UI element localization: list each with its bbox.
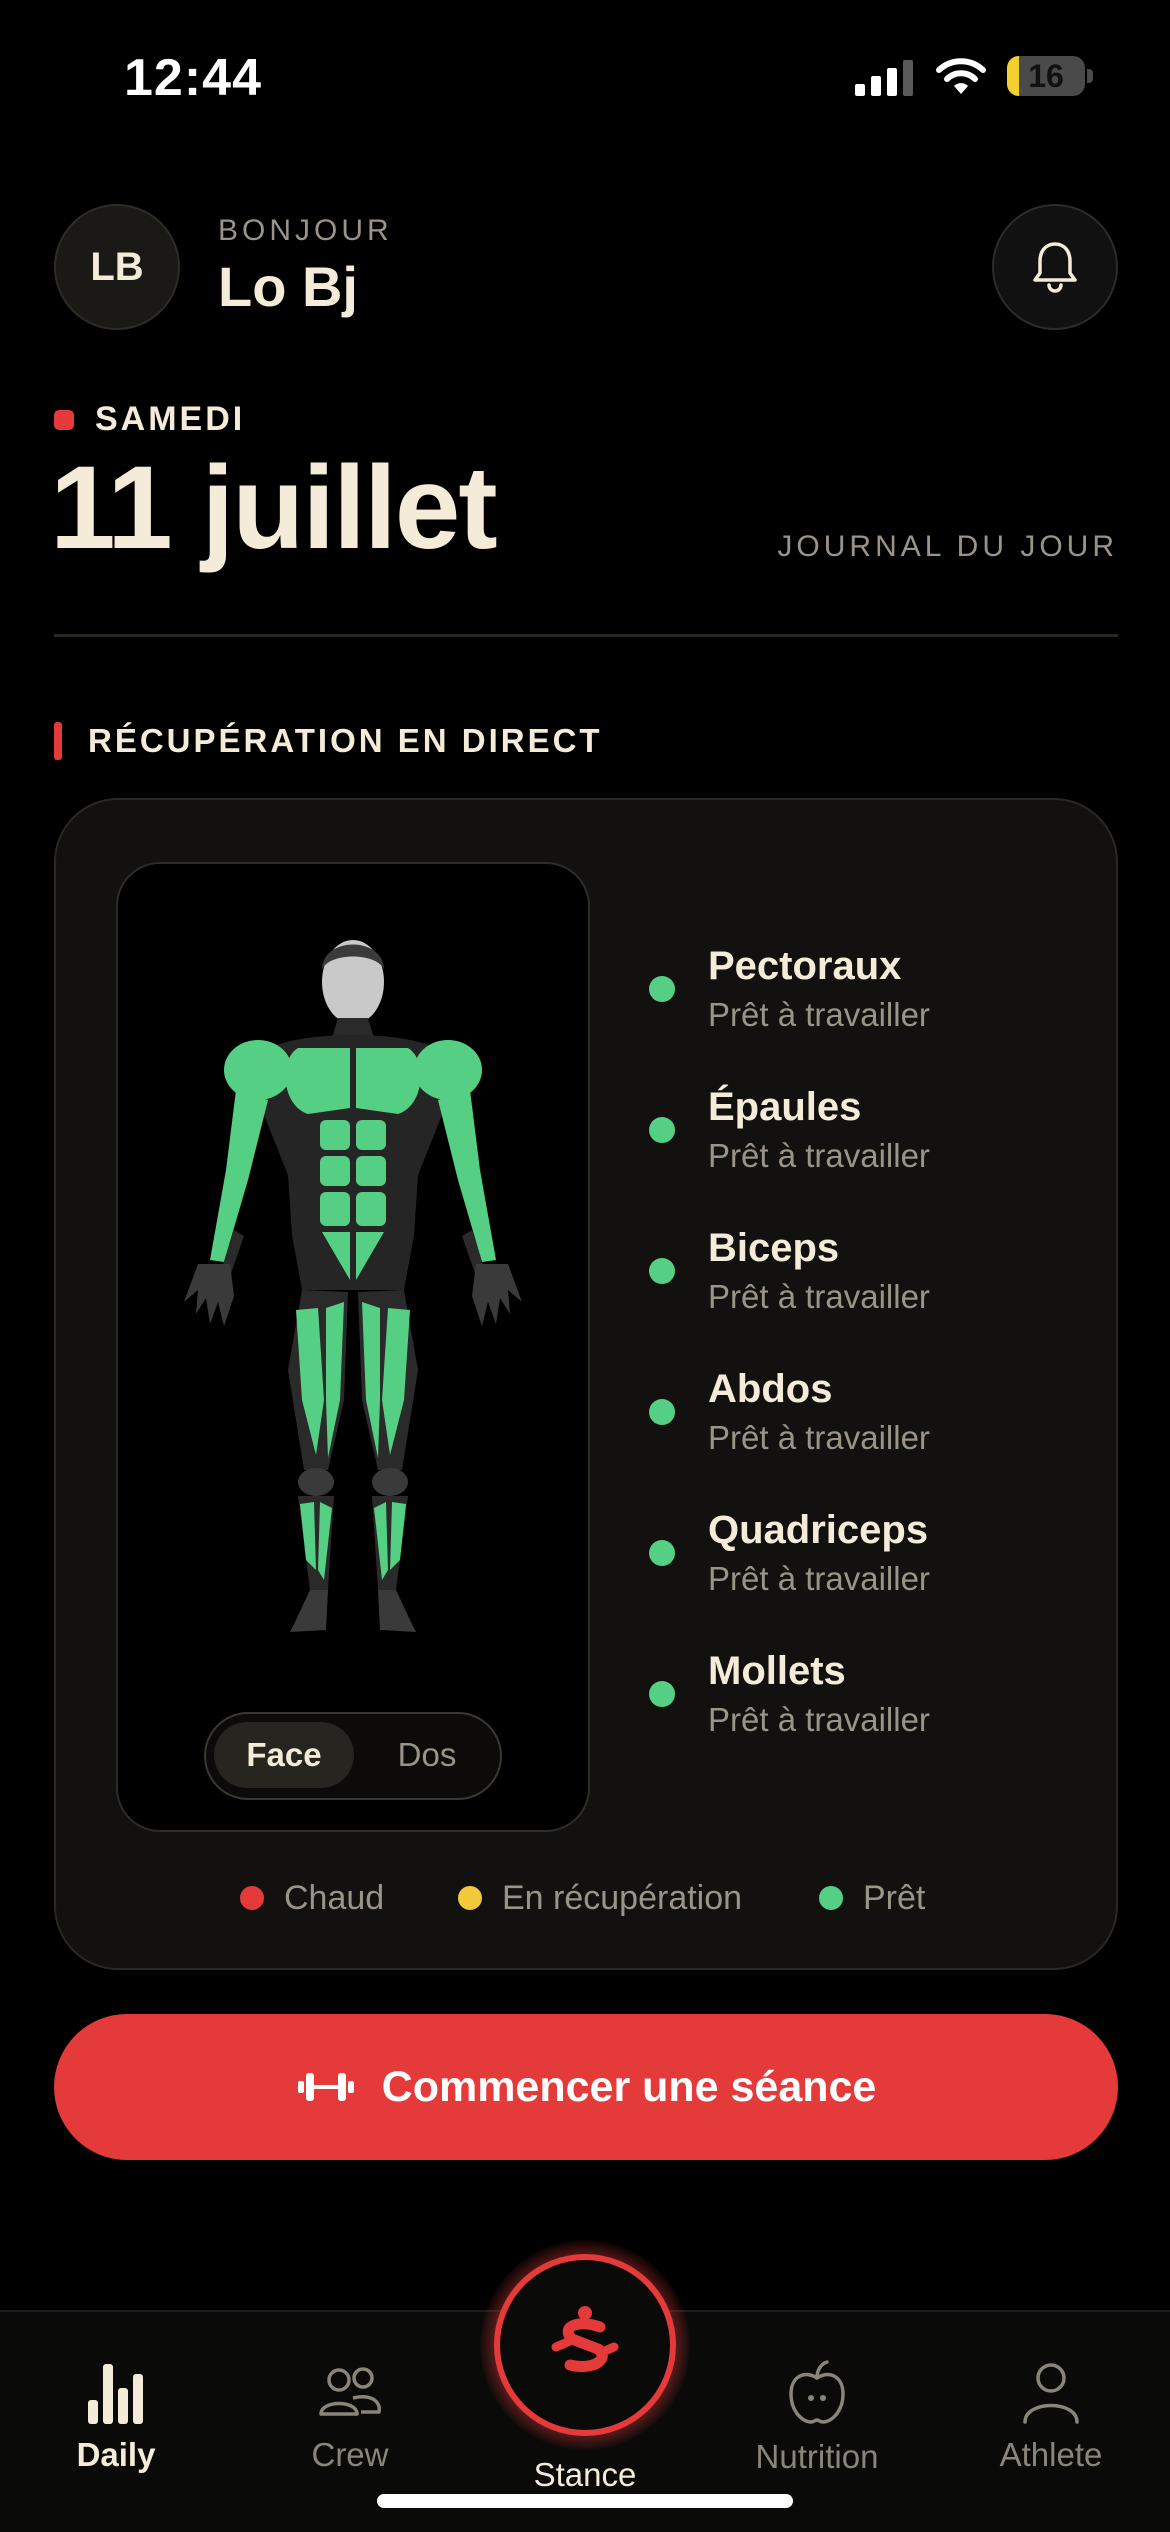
apple-icon — [789, 2360, 845, 2424]
start-session-label: Commencer une séance — [381, 2062, 877, 2111]
muscle-status: Prêt à travailler — [708, 1701, 930, 1738]
battery-icon: 16 — [1007, 56, 1085, 96]
tab-crew[interactable]: Crew — [255, 2360, 445, 2474]
legend-item-recovering: En récupération — [458, 1876, 742, 1920]
weekday-label: SAMEDI — [95, 400, 246, 438]
people-icon — [319, 2367, 381, 2416]
muscle-status: Prêt à travailler — [708, 1278, 930, 1315]
tab-label: Athlete — [999, 2436, 1103, 2473]
muscle-name: Épaules — [708, 1085, 862, 1129]
section-title: RÉCUPÉRATION EN DIRECT — [88, 722, 603, 759]
page-title: 11 juillet — [50, 442, 498, 574]
muscle-name: Biceps — [708, 1226, 840, 1270]
legend-dot — [458, 1886, 482, 1910]
muscle-status: Prêt à travailler — [708, 1419, 930, 1456]
muscle-status: Prêt à travailler — [708, 1137, 930, 1174]
legend-label: Chaud — [284, 1878, 385, 1917]
tab-label: Daily — [76, 2436, 156, 2473]
muscle-name: Pectoraux — [708, 944, 902, 988]
legend-dot — [240, 1886, 264, 1910]
muscle-status: Prêt à travailler — [708, 996, 930, 1033]
status-time: 12:44 — [124, 49, 262, 107]
muscle-name: Abdos — [708, 1367, 833, 1411]
status-dot — [649, 1681, 675, 1707]
status-dot — [649, 1258, 675, 1284]
tab-stance[interactable] — [494, 2254, 676, 2436]
journal-link[interactable]: JOURNAL DU JOUR — [777, 530, 1118, 564]
divider — [54, 634, 1118, 637]
legend-item-hot: Chaud — [240, 1876, 384, 1920]
user-name: Lo Bj — [218, 255, 358, 318]
cellular-signal-icon — [855, 60, 913, 96]
toggle-face-button[interactable]: Face — [214, 1722, 354, 1788]
avatar[interactable]: LB — [54, 204, 180, 330]
muscle-name: Quadriceps — [708, 1508, 929, 1552]
notifications-button[interactable] — [992, 204, 1118, 330]
toggle-back-button[interactable]: Dos — [362, 1722, 492, 1788]
battery-tip — [1087, 69, 1093, 83]
person-icon — [1023, 2363, 1079, 2424]
muscle-name: Mollets — [708, 1649, 846, 1693]
tab-nutrition[interactable]: Nutrition — [722, 2360, 912, 2476]
greeting-label: BONJOUR — [218, 214, 393, 247]
tab-label: Crew — [311, 2436, 389, 2473]
stance-logo-icon — [551, 2306, 619, 2372]
legend-dot — [819, 1886, 843, 1910]
home-indicator[interactable] — [377, 2494, 793, 2508]
muscle-status: Prêt à travailler — [708, 1560, 930, 1597]
bell-icon — [1033, 242, 1077, 293]
status-dot — [649, 1399, 675, 1425]
status-dot — [649, 1540, 675, 1566]
battery-percentage: 16 — [1028, 58, 1064, 94]
today-indicator — [54, 410, 74, 430]
wifi-icon — [936, 58, 986, 94]
start-session-button[interactable]: Commencer une séance — [54, 2014, 1118, 2160]
tab-athlete[interactable]: Athlete — [956, 2360, 1146, 2474]
legend-item-ready: Prêt — [819, 1876, 925, 1920]
muscle-body-figure[interactable] — [178, 930, 528, 1636]
section-accent-bar — [54, 722, 62, 760]
status-dot — [649, 976, 675, 1002]
legend-label: Prêt — [863, 1878, 926, 1917]
bar-chart-icon — [88, 2364, 143, 2424]
tab-label: Nutrition — [755, 2438, 879, 2475]
tab-stance-label: Stance — [533, 2456, 637, 2493]
dumbbell-icon — [297, 2073, 354, 2101]
legend-label: En récupération — [502, 1878, 743, 1917]
status-dot — [649, 1117, 675, 1143]
tab-daily[interactable]: Daily — [21, 2360, 211, 2474]
